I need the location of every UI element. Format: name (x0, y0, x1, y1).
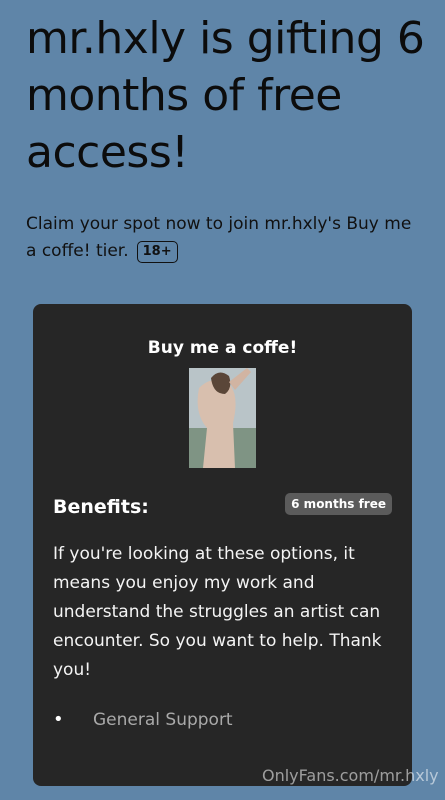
benefit-list-item: • General Support (53, 709, 233, 730)
promo-subtext: Claim your spot now to join mr.hxly's Bu… (26, 214, 412, 261)
watermark: OnlyFans.com/mr.hxly (262, 766, 439, 785)
age-restriction-badge: 18+ (136, 241, 178, 263)
bullet-icon: • (53, 709, 64, 730)
months-free-badge: 6 months free (285, 493, 392, 515)
tier-card: Buy me a coffe! Benefits: 6 months free … (33, 304, 412, 786)
tier-description: If you're looking at these options, it m… (53, 544, 382, 680)
benefits-heading: Benefits: (53, 496, 149, 518)
promo-headline: mr.hxly is gifting 6 months of free acce… (26, 13, 425, 178)
tier-title: Buy me a coffe! (147, 338, 298, 358)
tier-image (189, 368, 256, 468)
promo-subtext-container: Claim your spot now to join mr.hxly's Bu… (26, 211, 426, 265)
benefit-label: General Support (93, 710, 233, 730)
